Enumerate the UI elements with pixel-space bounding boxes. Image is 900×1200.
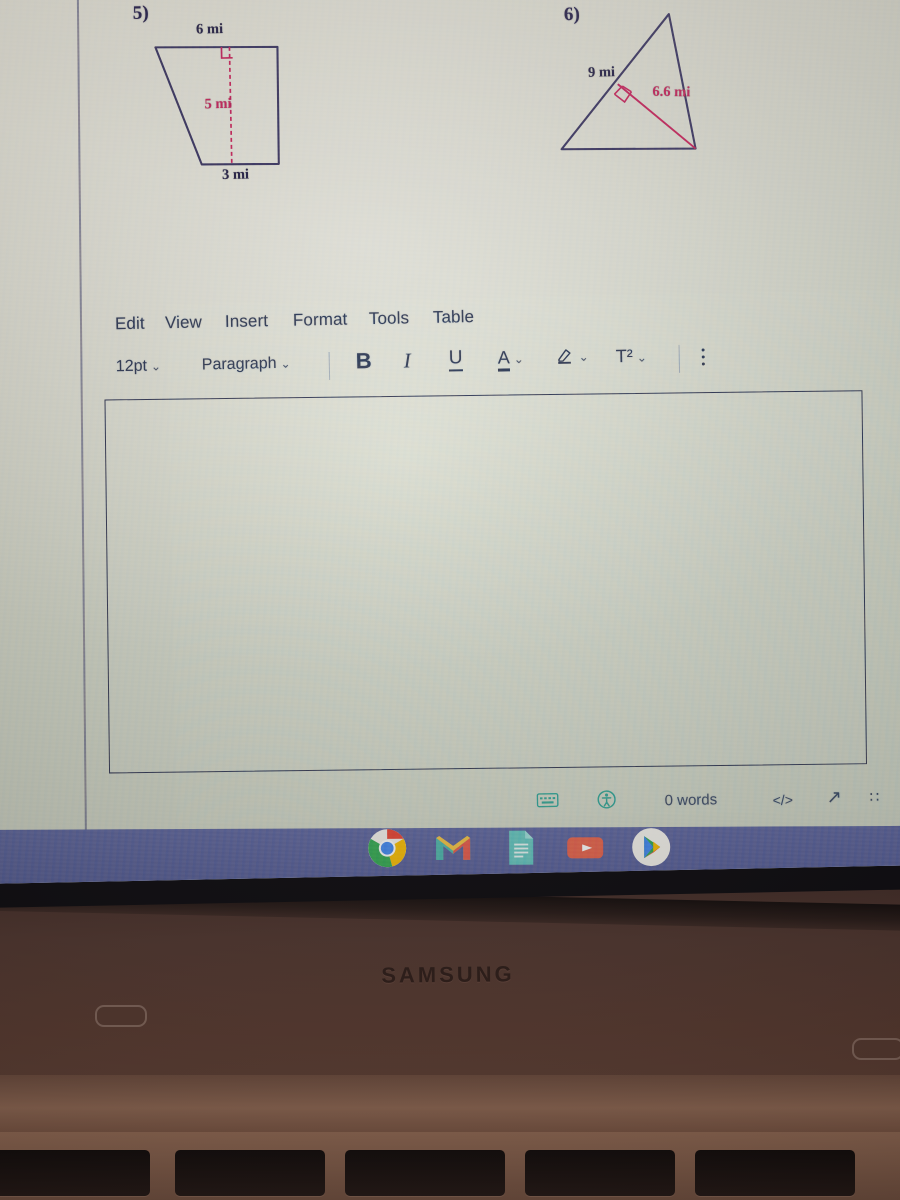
keyboard-key (695, 1150, 855, 1196)
photo-scene: SAMSUNG 5) 6 mi 5 mi (0, 0, 900, 1200)
keyboard-key (0, 1150, 150, 1196)
screen: 5) 6 mi 5 mi 3 mi 6) (0, 0, 900, 884)
keyboard-key (345, 1150, 505, 1196)
laptop-screen-assembly: 5) 6 mi 5 mi 3 mi 6) (0, 0, 900, 908)
brand-logo: SAMSUNG (381, 961, 515, 988)
laptop-rubber-foot (852, 1038, 900, 1060)
laptop-rubber-foot (95, 1005, 147, 1027)
keyboard-key (175, 1150, 325, 1196)
screen-glare (0, 0, 900, 884)
laptop-palmrest (0, 1075, 900, 1135)
keyboard-key (525, 1150, 675, 1196)
